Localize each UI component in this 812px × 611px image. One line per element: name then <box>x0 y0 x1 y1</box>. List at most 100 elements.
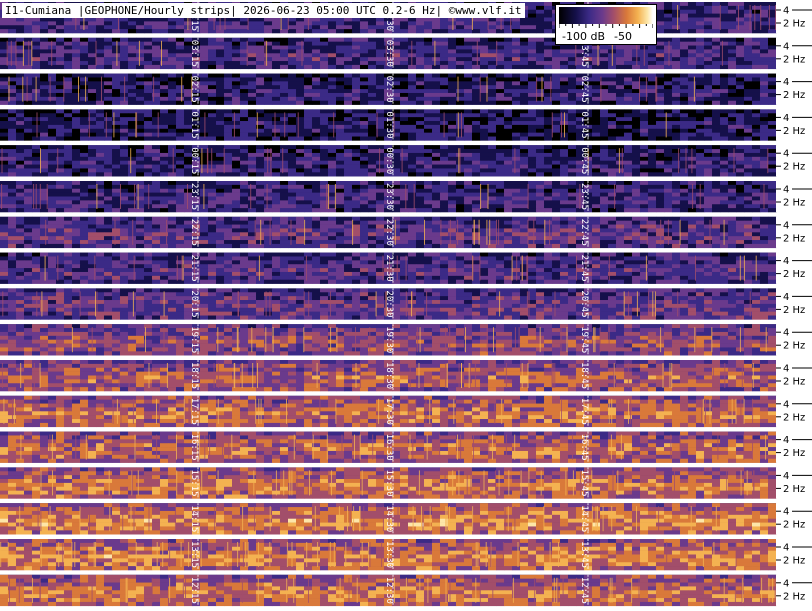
freq-tick-label: 2 Hz <box>783 126 805 137</box>
time-marker-label: 12:45 <box>579 577 589 604</box>
freq-tick-label: 4 <box>783 256 789 267</box>
time-marker-label: 21:30 <box>384 255 394 282</box>
freq-axis-strip-01: 4 2 Hz <box>776 109 812 141</box>
freq-tick-label: 2 Hz <box>783 198 805 209</box>
time-marker-label: 00:15 <box>189 147 199 174</box>
colorbar-ticks <box>559 24 653 28</box>
time-marker-label: 22:15 <box>189 219 199 246</box>
freq-tick-label: 2 Hz <box>783 377 805 388</box>
hour-strip-13: 13:15 13:30 13:45 <box>0 539 777 571</box>
freq-axis-strip-14: 4 2 Hz <box>776 503 812 535</box>
hour-strip-14: 14:15 14:30 14:45 <box>0 503 777 535</box>
freq-tick-label: 4 <box>783 543 789 554</box>
freq-tick-label: 4 <box>783 185 789 196</box>
time-marker-label: 00:45 <box>579 147 589 174</box>
freq-tick-label: 2 Hz <box>783 162 805 173</box>
hour-strip-00: 00:15 00:30 00:45 <box>0 145 777 177</box>
hour-strip-12: 12:15 12:30 12:45 <box>0 574 777 607</box>
hour-strip-22: 22:15 22:30 22:45 <box>0 216 777 249</box>
time-marker-label: 13:30 <box>384 541 394 568</box>
time-marker-label: 22:45 <box>579 219 589 246</box>
time-marker-label: 20:30 <box>384 290 394 317</box>
time-marker-label: 02:45 <box>579 76 589 103</box>
freq-tick-label: 2 Hz <box>783 54 805 65</box>
time-marker-label: 02:15 <box>189 76 199 103</box>
time-marker-label: 14:45 <box>579 505 589 532</box>
time-marker-label: 12:15 <box>189 577 199 604</box>
freq-tick-label: 2 Hz <box>783 19 805 30</box>
time-marker-label: 20:45 <box>579 290 589 317</box>
time-marker-label: 01:15 <box>189 111 199 138</box>
freq-axis-strip-02: 4 2 Hz <box>776 73 812 105</box>
time-marker-label: 18:15 <box>189 362 199 389</box>
time-marker-label: 23:15 <box>189 183 199 210</box>
freq-tick-label: 4 <box>783 6 789 17</box>
time-marker-label: 03:15 <box>189 40 199 67</box>
freq-tick-label: 2 Hz <box>783 341 805 352</box>
freq-tick-label: 2 Hz <box>783 305 805 316</box>
spectrogram-plot: 04:1504:3004:4503:1503:3003:4502:1502:30… <box>0 2 812 607</box>
colorbar-label-min: -100 dB <box>562 30 605 43</box>
time-marker-label: 12:30 <box>384 577 394 604</box>
freq-axis-strip-21: 4 2 Hz <box>776 252 812 284</box>
time-marker-label: 14:30 <box>384 505 394 532</box>
time-marker-label: 01:30 <box>384 111 394 138</box>
freq-tick-label: 4 <box>783 220 789 231</box>
freq-axis-strip-20: 4 2 Hz <box>776 288 812 320</box>
time-marker-label: 21:15 <box>189 255 199 282</box>
freq-axis-strip-03: 4 2 Hz <box>776 37 812 69</box>
colorbar-gradient <box>559 7 653 24</box>
time-marker-label: 19:15 <box>189 326 199 353</box>
time-marker-label: 15:15 <box>189 469 199 496</box>
time-marker-label: 20:15 <box>189 290 199 317</box>
freq-tick-label: 2 Hz <box>783 233 805 244</box>
time-marker-label: 13:45 <box>579 541 589 568</box>
freq-tick-label: 2 Hz <box>783 556 805 567</box>
freq-tick-label: 4 <box>783 328 789 339</box>
freq-tick-label: 4 <box>783 149 789 160</box>
time-marker-label: 16:30 <box>384 434 394 461</box>
hour-strip-20: 20:15 20:30 20:45 <box>0 288 777 320</box>
hour-strip-16: 16:15 16:30 16:45 <box>0 431 777 463</box>
strips-layer: 04:1504:3004:4503:1503:3003:4502:1502:30… <box>0 2 777 607</box>
time-marker-label: 01:45 <box>579 111 589 138</box>
freq-tick-label: 4 <box>783 364 789 375</box>
time-marker-label: 16:15 <box>189 434 199 461</box>
freq-axis-strip-17: 4 2 Hz <box>776 395 812 427</box>
freq-tick-label: 4 <box>783 399 789 410</box>
time-marker-label: 17:45 <box>579 398 589 425</box>
freq-tick-label: 2 Hz <box>783 90 805 101</box>
freq-tick-label: 4 <box>783 292 789 303</box>
hour-strip-02: 02:15 02:30 02:45 <box>0 73 777 105</box>
time-marker-label: 00:30 <box>384 147 394 174</box>
hour-strip-03: 03:15 03:30 03:45 <box>0 37 777 70</box>
freq-tick-label: 2 Hz <box>783 520 805 531</box>
freq-tick-label: 4 <box>783 471 789 482</box>
time-marker-label: 22:30 <box>384 219 394 246</box>
time-marker-label: 21:45 <box>579 255 589 282</box>
freq-axis-strip-15: 4 2 Hz <box>776 467 812 499</box>
freq-axis-strip-00: 4 2 Hz <box>776 145 812 177</box>
freq-tick-label: 4 <box>783 41 789 52</box>
freq-tick-label: 2 Hz <box>783 448 805 459</box>
chart-title: I1-Cumiana |GEOPHONE/Hourly strips| 2026… <box>2 3 525 18</box>
freq-tick-label: 4 <box>783 507 789 518</box>
time-marker-label: 23:45 <box>579 183 589 210</box>
time-marker-label: 13:15 <box>189 541 199 568</box>
time-marker-label: 19:30 <box>384 326 394 353</box>
time-marker-label: 23:30 <box>384 183 394 210</box>
freq-axis-strip-22: 4 2 Hz <box>776 216 812 248</box>
time-marker-label: 18:30 <box>384 362 394 389</box>
time-marker-label: 15:45 <box>579 469 589 496</box>
hour-strip-01: 01:15 01:30 01:45 <box>0 109 777 141</box>
freq-axis-strip-19: 4 2 Hz <box>776 324 812 356</box>
freq-tick-label: 4 <box>783 77 789 88</box>
hour-strip-21: 21:15 21:30 21:45 <box>0 252 777 284</box>
freq-axis-strip-04: 4 2 Hz <box>776 2 812 33</box>
freq-tick-label: 2 Hz <box>783 412 805 423</box>
freq-tick-label: 4 <box>783 435 789 446</box>
time-marker-label: 19:45 <box>579 326 589 353</box>
time-marker-label: 16:45 <box>579 434 589 461</box>
freq-axis-strip-13: 4 2 Hz <box>776 539 812 570</box>
time-marker-label: 03:30 <box>384 40 394 67</box>
